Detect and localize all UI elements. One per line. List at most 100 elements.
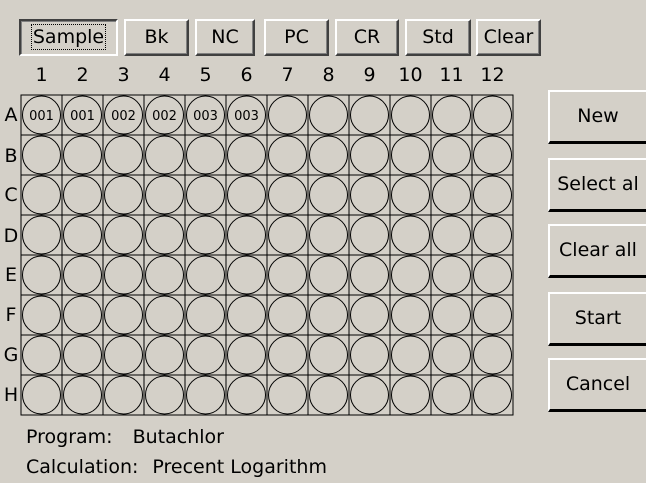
- well-D5[interactable]: [186, 215, 225, 255]
- well-G5[interactable]: [186, 335, 225, 375]
- well-C9[interactable]: [350, 175, 389, 215]
- well-E6[interactable]: [227, 255, 266, 295]
- well-B5[interactable]: [186, 135, 225, 175]
- well-A6[interactable]: 003: [227, 95, 266, 135]
- well-H3[interactable]: [104, 375, 143, 415]
- well-G6[interactable]: [227, 335, 266, 375]
- well-C2[interactable]: [63, 175, 102, 215]
- well-H9[interactable]: [350, 375, 389, 415]
- well-F10[interactable]: [391, 295, 430, 335]
- well-E7[interactable]: [268, 255, 307, 295]
- well-F1[interactable]: [22, 295, 61, 335]
- well-B3[interactable]: [104, 135, 143, 175]
- start-button[interactable]: Start: [548, 292, 646, 346]
- well-D6[interactable]: [227, 215, 266, 255]
- well-H5[interactable]: [186, 375, 225, 415]
- well-D4[interactable]: [145, 215, 184, 255]
- well-G1[interactable]: [22, 335, 61, 375]
- well-D11[interactable]: [432, 215, 471, 255]
- well-E12[interactable]: [473, 255, 512, 295]
- well-B2[interactable]: [63, 135, 102, 175]
- well-H10[interactable]: [391, 375, 430, 415]
- well-H11[interactable]: [432, 375, 471, 415]
- well-D2[interactable]: [63, 215, 102, 255]
- well-C7[interactable]: [268, 175, 307, 215]
- well-E8[interactable]: [309, 255, 348, 295]
- well-B7[interactable]: [268, 135, 307, 175]
- well-C11[interactable]: [432, 175, 471, 215]
- well-A7[interactable]: [268, 95, 307, 135]
- well-E4[interactable]: [145, 255, 184, 295]
- well-F7[interactable]: [268, 295, 307, 335]
- clear-all-button[interactable]: Clear all: [548, 224, 646, 278]
- well-D3[interactable]: [104, 215, 143, 255]
- well-G3[interactable]: [104, 335, 143, 375]
- well-B1[interactable]: [22, 135, 61, 175]
- well-G9[interactable]: [350, 335, 389, 375]
- well-F3[interactable]: [104, 295, 143, 335]
- well-E1[interactable]: [22, 255, 61, 295]
- well-C6[interactable]: [227, 175, 266, 215]
- well-D7[interactable]: [268, 215, 307, 255]
- well-F6[interactable]: [227, 295, 266, 335]
- well-A4[interactable]: 002: [145, 95, 184, 135]
- well-A2[interactable]: 001: [63, 95, 102, 135]
- well-C10[interactable]: [391, 175, 430, 215]
- well-D12[interactable]: [473, 215, 512, 255]
- well-E3[interactable]: [104, 255, 143, 295]
- well-A3[interactable]: 002: [104, 95, 143, 135]
- well-H4[interactable]: [145, 375, 184, 415]
- well-G2[interactable]: [63, 335, 102, 375]
- well-G7[interactable]: [268, 335, 307, 375]
- well-A11[interactable]: [432, 95, 471, 135]
- well-C1[interactable]: [22, 175, 61, 215]
- well-A9[interactable]: [350, 95, 389, 135]
- well-B12[interactable]: [473, 135, 512, 175]
- well-B6[interactable]: [227, 135, 266, 175]
- well-H7[interactable]: [268, 375, 307, 415]
- well-F11[interactable]: [432, 295, 471, 335]
- well-G8[interactable]: [309, 335, 348, 375]
- well-F4[interactable]: [145, 295, 184, 335]
- well-E2[interactable]: [63, 255, 102, 295]
- well-C5[interactable]: [186, 175, 225, 215]
- well-H1[interactable]: [22, 375, 61, 415]
- well-D1[interactable]: [22, 215, 61, 255]
- well-A1[interactable]: 001: [22, 95, 61, 135]
- well-A5[interactable]: 003: [186, 95, 225, 135]
- well-A12[interactable]: [473, 95, 512, 135]
- well-B8[interactable]: [309, 135, 348, 175]
- well-C12[interactable]: [473, 175, 512, 215]
- well-D8[interactable]: [309, 215, 348, 255]
- well-G4[interactable]: [145, 335, 184, 375]
- well-E5[interactable]: [186, 255, 225, 295]
- well-B11[interactable]: [432, 135, 471, 175]
- well-C4[interactable]: [145, 175, 184, 215]
- well-B4[interactable]: [145, 135, 184, 175]
- new-button[interactable]: New: [548, 90, 646, 144]
- well-H8[interactable]: [309, 375, 348, 415]
- select-all-button[interactable]: Select al: [548, 158, 646, 212]
- well-C8[interactable]: [309, 175, 348, 215]
- well-C3[interactable]: [104, 175, 143, 215]
- well-H2[interactable]: [63, 375, 102, 415]
- well-H6[interactable]: [227, 375, 266, 415]
- well-F8[interactable]: [309, 295, 348, 335]
- well-D10[interactable]: [391, 215, 430, 255]
- well-A8[interactable]: [309, 95, 348, 135]
- well-G11[interactable]: [432, 335, 471, 375]
- well-F9[interactable]: [350, 295, 389, 335]
- well-E9[interactable]: [350, 255, 389, 295]
- cancel-button[interactable]: Cancel: [548, 358, 646, 412]
- well-E11[interactable]: [432, 255, 471, 295]
- well-E10[interactable]: [391, 255, 430, 295]
- well-B10[interactable]: [391, 135, 430, 175]
- well-H12[interactable]: [473, 375, 512, 415]
- well-F2[interactable]: [63, 295, 102, 335]
- well-D9[interactable]: [350, 215, 389, 255]
- well-F12[interactable]: [473, 295, 512, 335]
- well-G10[interactable]: [391, 335, 430, 375]
- well-B9[interactable]: [350, 135, 389, 175]
- well-A10[interactable]: [391, 95, 430, 135]
- well-G12[interactable]: [473, 335, 512, 375]
